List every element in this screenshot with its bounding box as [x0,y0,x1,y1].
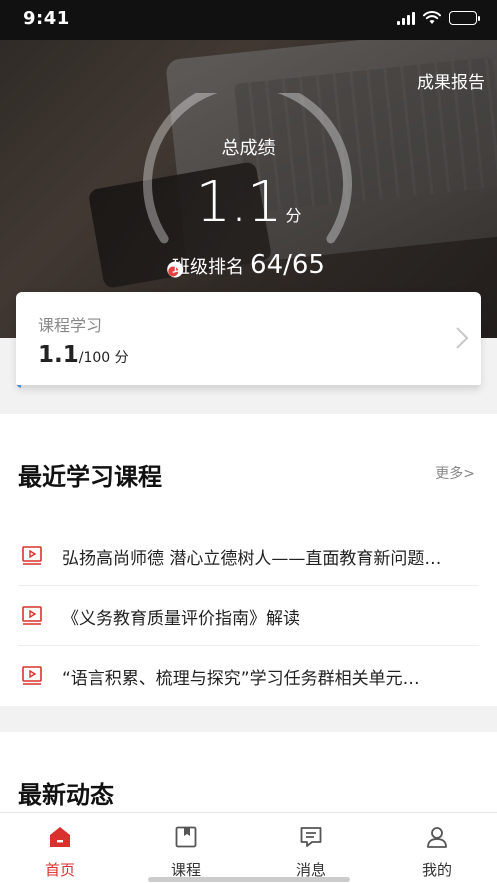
wifi-icon [423,11,441,24]
recent-courses-title: 最近学习课程 [18,463,162,491]
total-score-title: 总成绩 [221,138,276,159]
status-time: 9:41 [23,8,70,29]
course-title: “语言积累、梳理与探究”学习任务群相关单元… [62,669,420,689]
course-study-value: 1.1 [38,342,79,368]
tab-label: 首页 [44,861,75,879]
list-item[interactable]: “语言积累、梳理与探究”学习任务群相关单元… [18,646,479,706]
course-study-card[interactable]: 课程学习 1.1/100 分 [16,292,481,388]
course-study-progress-bar [16,385,481,388]
tab-home[interactable]: 首页 [20,825,100,880]
tab-profile[interactable]: 我的 [397,825,477,880]
total-score-value: 1.1 [195,170,282,235]
recent-course-list: 弘扬高尚师德 潜心立德树人——直面教育新问题… 《义务教育质量评价指南》解读 “… [0,526,497,706]
more-courses-link[interactable]: 更多> [435,463,475,483]
class-rank: 班级排名 64/65 [0,250,497,280]
home-indicator [148,877,350,882]
class-rank-label: 班级排名 [172,257,245,278]
message-icon [300,827,322,847]
tab-label: 我的 [421,861,452,879]
course-study-progress-fill [16,385,22,388]
recent-courses-section: 最近学习课程 更多> 弘扬高尚师德 潜心立德树人——直面教育新问题… 《义务教育… [0,414,497,706]
achievement-report-link[interactable]: 成果报告 [417,68,485,93]
list-item[interactable]: 《义务教育质量评价指南》解读 [18,586,479,646]
course-study-score: 1.1/100 分 [38,342,129,368]
list-item[interactable]: 弘扬高尚师德 潜心立德树人——直面教育新问题… [18,526,479,586]
video-course-icon [22,606,42,625]
course-title: 弘扬高尚师德 潜心立德树人——直面教育新问题… [62,549,442,569]
course-title: 《义务教育质量评价指南》解读 [62,609,300,629]
video-course-icon [22,546,42,565]
cellular-signal-icon [397,11,415,25]
latest-news-title: 最新动态 [18,781,114,809]
bookmark-book-icon [175,826,197,848]
class-rank-value: 64/65 [250,250,325,280]
course-study-label: 课程学习 [38,316,103,335]
user-icon [427,827,447,848]
status-bar: 9:41 [0,0,497,40]
bottom-tab-bar: 首页 课程 消息 我的 [0,812,497,883]
total-score-unit: 分 [285,206,302,225]
course-study-suffix: /100 分 [78,350,129,366]
latest-news-section: 最新动态 [0,732,497,812]
total-score: 1.1 分 [0,170,497,235]
chevron-right-icon [456,327,469,349]
tab-messages[interactable]: 消息 [271,825,351,880]
home-icon [50,827,70,847]
tab-courses[interactable]: 课程 [146,825,226,880]
battery-icon [449,11,480,25]
video-course-icon [22,666,42,685]
